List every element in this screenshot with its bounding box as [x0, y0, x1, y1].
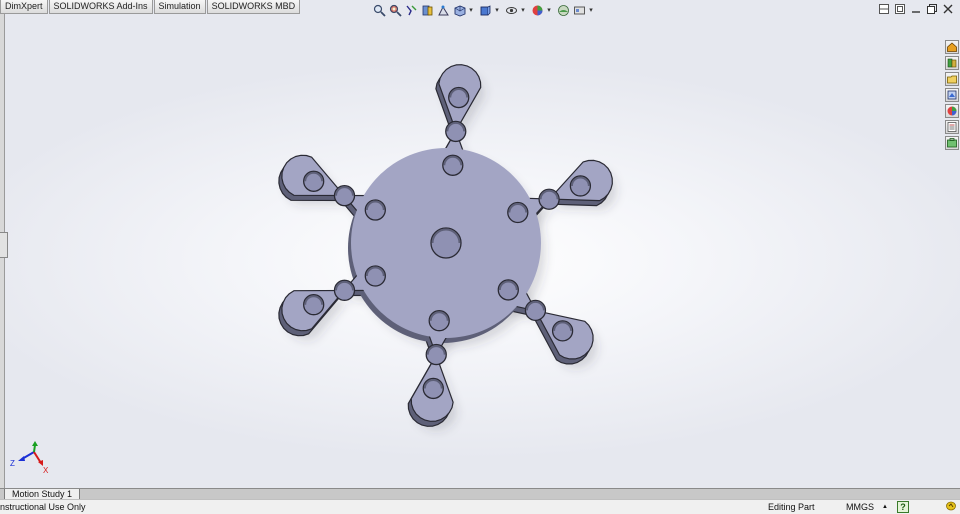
arm-1-hole-1 [442, 154, 464, 176]
arm-3-hole-2 [524, 299, 547, 322]
tab-solidworks-mbd[interactable]: SOLIDWORKS MBD [206, 0, 301, 14]
restore-icon[interactable] [926, 3, 938, 15]
status-editing-text: Editing Part [768, 502, 815, 512]
display-style-icon[interactable] [478, 3, 492, 17]
file-explorer-icon[interactable] [945, 72, 959, 86]
restore-pane-icon[interactable] [894, 3, 906, 15]
arm-3-hole-3 [551, 320, 574, 342]
reference-triad: Z X [10, 441, 49, 475]
chevron-down-icon[interactable]: ▾ [546, 3, 552, 17]
arm-6-hole-1 [364, 199, 386, 221]
heads-up-view-toolbar: ▾ ▾ ▾ ▾ ▾ [372, 2, 598, 18]
chevron-down-icon[interactable]: ▾ [588, 3, 594, 17]
view-settings-icon[interactable] [572, 3, 586, 17]
tab-solidworks-add-ins[interactable]: SOLIDWORKS Add-Ins [48, 0, 153, 14]
tab-dimxpert[interactable]: DimXpert [0, 0, 48, 14]
triad-z-label: Z [10, 459, 15, 468]
toolbox-icon[interactable] [945, 136, 959, 150]
center-hole [430, 227, 462, 259]
arm-1-hole-3 [448, 86, 470, 109]
triad-x-label: X [43, 466, 49, 475]
appearances-icon[interactable] [945, 104, 959, 118]
command-manager-tabs: DimXpert SOLIDWORKS Add-Ins Simulation SOLI… [0, 0, 301, 14]
arm-4-hole-2 [425, 343, 447, 366]
section-view-icon[interactable] [420, 3, 434, 17]
tile-icon[interactable] [878, 3, 890, 15]
arm-4-hole-1 [428, 310, 450, 332]
arm-1-hole-2 [445, 120, 467, 143]
status-units-caret-icon[interactable]: ▲ [882, 504, 888, 510]
arm-5-hole-3 [303, 294, 325, 316]
chevron-down-icon[interactable]: ▾ [520, 3, 526, 17]
hide-show-items-icon[interactable] [504, 3, 518, 17]
status-license-text: nstructional Use Only [0, 502, 86, 512]
minimize-icon[interactable] [910, 3, 922, 15]
view-palette-icon[interactable] [945, 88, 959, 102]
arm-4-hole-3 [422, 377, 444, 400]
part-model[interactable] [0, 0, 960, 488]
feature-manager-toggle-handle[interactable] [0, 232, 8, 258]
window-controls [874, 3, 954, 15]
status-units[interactable]: MMGS [846, 502, 874, 512]
chevron-down-icon[interactable]: ▾ [494, 3, 500, 17]
solidworks-resources-icon[interactable] [945, 40, 959, 54]
arm-2-hole-3 [569, 175, 592, 197]
close-icon[interactable] [942, 3, 954, 15]
dynamic-annotation-icon[interactable] [436, 3, 450, 17]
arm-3-hole-1 [497, 279, 519, 301]
help-icon[interactable]: ? [897, 501, 909, 513]
arm-2-hole-2 [538, 188, 560, 210]
arm-6-hole-2 [333, 185, 356, 207]
task-pane-tabs [945, 40, 960, 152]
view-orientation-icon[interactable] [452, 3, 466, 17]
edit-appearance-icon[interactable] [530, 3, 544, 17]
tab-simulation[interactable]: Simulation [153, 0, 206, 14]
zoom-to-fit-icon[interactable] [372, 3, 386, 17]
arm-6-hole-3 [303, 170, 325, 192]
zoom-to-area-icon[interactable] [388, 3, 402, 17]
chevron-down-icon[interactable]: ▾ [468, 3, 474, 17]
arm-5-hole-1 [364, 265, 386, 287]
design-library-icon[interactable] [945, 56, 959, 70]
apply-scene-icon[interactable] [556, 3, 570, 17]
graphics-area[interactable] [0, 0, 960, 488]
arm-2-hole-1 [507, 201, 529, 224]
custom-properties-icon[interactable] [945, 120, 959, 134]
previous-view-icon[interactable] [404, 3, 418, 17]
rebuild-icon[interactable] [946, 501, 956, 513]
status-bar: nstructional Use Only Editing Part MMGS … [0, 499, 960, 514]
arm-5-hole-2 [333, 279, 356, 301]
